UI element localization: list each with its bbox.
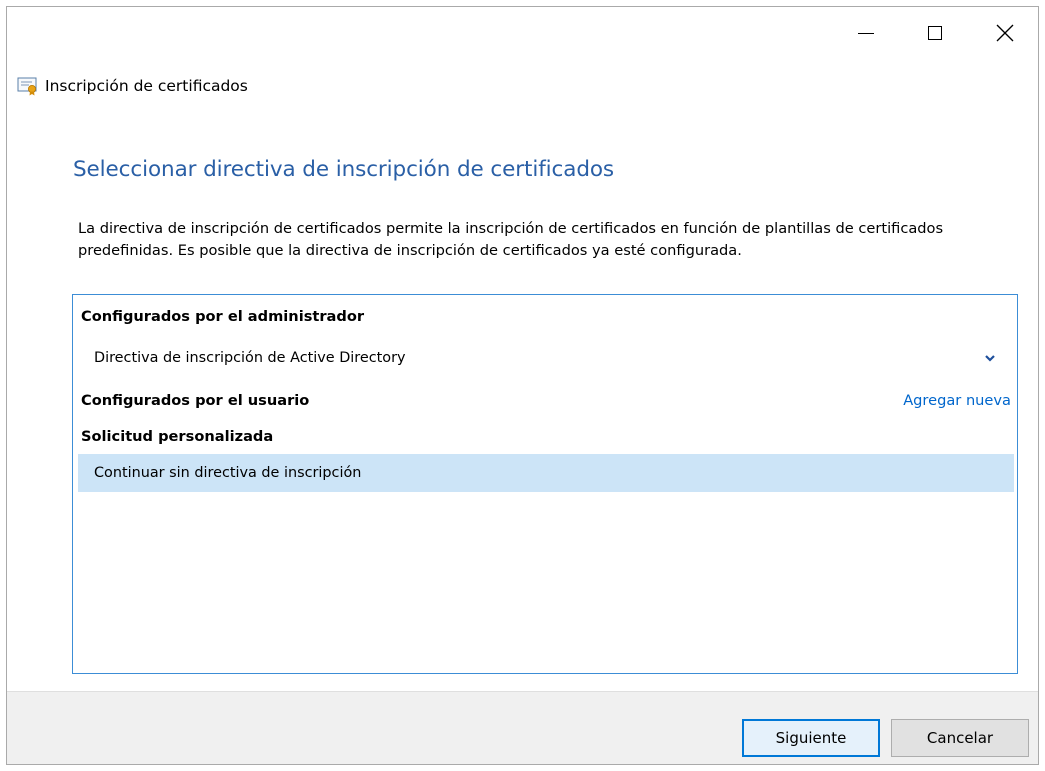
user-configured-header: Configurados por el usuario: [81, 392, 310, 409]
custom-request-header: Solicitud personalizada: [81, 428, 274, 445]
admin-configured-header: Configurados por el administrador: [81, 308, 365, 325]
dialog-footer: Siguiente Cancelar: [7, 691, 1038, 764]
enrollment-window: Inscripción de certificados Seleccionar …: [6, 6, 1039, 765]
add-new-link[interactable]: Agregar nueva: [903, 392, 1011, 409]
continue-without-policy-label: Continuar sin directiva de inscripción: [94, 465, 362, 481]
active-directory-policy-item[interactable]: Directiva de inscripción de Active Direc…: [78, 339, 1014, 377]
window-title: Inscripción de certificados: [45, 77, 248, 95]
page-description: La directiva de inscripción de certifica…: [78, 220, 944, 259]
chevron-down-icon[interactable]: [984, 353, 996, 363]
close-button[interactable]: [982, 13, 1028, 53]
next-button[interactable]: Siguiente: [742, 719, 880, 757]
continue-without-policy-item[interactable]: Continuar sin directiva de inscripción: [78, 454, 1014, 492]
certificate-icon: [17, 77, 37, 96]
window-title-bar: Inscripción de certificados: [17, 75, 248, 97]
maximize-icon: [928, 26, 942, 40]
active-directory-policy-label: Directiva de inscripción de Active Direc…: [94, 350, 406, 366]
enrollment-policy-list: Configurados por el administrador Direct…: [72, 294, 1018, 674]
page-title: Seleccionar directiva de inscripción de …: [73, 157, 615, 182]
cancel-button[interactable]: Cancelar: [891, 719, 1029, 757]
close-icon: [996, 24, 1014, 42]
minimize-button[interactable]: [843, 13, 889, 53]
maximize-button[interactable]: [912, 13, 958, 53]
minimize-icon: [858, 32, 874, 34]
